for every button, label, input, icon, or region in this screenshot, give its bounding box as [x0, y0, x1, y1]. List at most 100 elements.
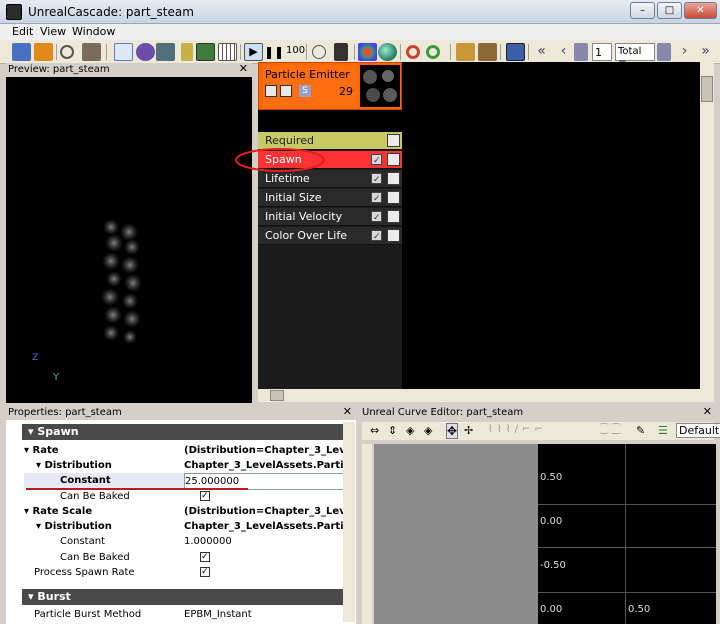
fit-vertical-icon[interactable]: ⇕: [388, 424, 397, 437]
curve-graph[interactable]: 0.50 0.00 -0.50 0.00 0.50: [538, 444, 716, 624]
next-lod-icon[interactable]: ›: [675, 43, 694, 61]
emitter-enable-checkbox[interactable]: [265, 85, 277, 97]
emitter-gap: [258, 110, 402, 132]
prop-distribution-2[interactable]: ▾ Distribution Chapter_3_LevelAssets.Par…: [24, 519, 351, 534]
restart-level-icon[interactable]: [34, 43, 53, 61]
can-be-baked-checkbox[interactable]: [200, 550, 210, 565]
curve-toggle-icon[interactable]: [387, 172, 400, 185]
menu-view[interactable]: View: [40, 25, 66, 38]
curve-preset-dropdown[interactable]: Default: [676, 423, 720, 438]
lod-level-icon[interactable]: [574, 43, 588, 61]
maximize-button[interactable]: □: [657, 2, 682, 19]
loop-icon[interactable]: [312, 45, 326, 59]
emitter-render-mode-icon[interactable]: [280, 85, 292, 97]
prop-distribution[interactable]: ▾ Distribution Chapter_3_LevelAssets.Par…: [24, 458, 351, 473]
scrollbar-thumb[interactable]: [270, 390, 284, 401]
orbit-icon[interactable]: [136, 43, 155, 61]
prop-constant[interactable]: Constant 25.000000: [24, 473, 351, 490]
module-enable-checkbox[interactable]: [371, 190, 382, 208]
curve-label-list[interactable]: [374, 444, 538, 624]
curve-toggle-icon[interactable]: [387, 229, 400, 242]
menu-window[interactable]: Window: [72, 25, 115, 38]
lod-save-icon[interactable]: [506, 43, 525, 61]
module-enable-checkbox[interactable]: [371, 209, 382, 227]
prop-constant-2[interactable]: Constant 1.000000: [24, 534, 351, 549]
prop-rate-scale[interactable]: ▾ Rate Scale (Distribution=Chapter_3_Lev…: [24, 504, 351, 519]
flatten-icons[interactable]: ⁐⁐: [600, 424, 624, 435]
preview-close-button[interactable]: ✕: [239, 62, 248, 76]
emitter-header[interactable]: Particle Emitter S 29: [258, 62, 402, 110]
module-enable-checkbox[interactable]: [371, 228, 382, 246]
module-initial-velocity[interactable]: Initial Velocity: [258, 208, 402, 227]
undo-icon[interactable]: [406, 45, 420, 59]
redo-icon[interactable]: [426, 45, 440, 59]
emitter-horizontal-scrollbar[interactable]: [258, 389, 700, 402]
prop-value[interactable]: Chapter_3_LevelAssets.Partic: [184, 458, 346, 473]
emitter-canvas[interactable]: Particle Emitter S 29 Required Spawn Lif…: [235, 62, 700, 389]
total-dropdown[interactable]: Total =: [615, 43, 655, 68]
module-initial-size[interactable]: Initial Size: [258, 189, 402, 208]
search-icon[interactable]: [60, 45, 74, 59]
category-spawn[interactable]: ▾ Spawn: [22, 424, 351, 440]
prop-value[interactable]: EPBM_Instant: [184, 607, 346, 622]
close-button[interactable]: ✕: [684, 2, 717, 19]
save-icon[interactable]: [82, 43, 101, 61]
curve-toggle-icon[interactable]: [387, 210, 400, 223]
lod-add-icon[interactable]: [456, 43, 475, 61]
preview-viewport[interactable]: Z Y: [6, 77, 252, 455]
axes-icon[interactable]: [114, 43, 133, 61]
minimize-button[interactable]: –: [630, 2, 655, 19]
prev-lod-icon[interactable]: ‹: [554, 43, 573, 61]
prop-value[interactable]: 1.000000: [184, 534, 346, 549]
prop-can-be-baked[interactable]: Can Be Baked: [24, 489, 351, 504]
prop-rate[interactable]: ▾ Rate (Distribution=Chapter_3_LevelAsse…: [24, 443, 351, 458]
curve-toggle-icon[interactable]: [387, 134, 400, 147]
lod-edit-icon[interactable]: [478, 43, 497, 61]
curve-settings-icon[interactable]: ✎: [636, 424, 645, 437]
tangent-mode-icons[interactable]: ⌇⌇⌇∕⌐⌐: [488, 424, 547, 435]
prop-process-spawn-rate[interactable]: Process Spawn Rate: [24, 565, 351, 580]
prop-burst-method[interactable]: Particle Burst Method EPBM_Instant: [24, 607, 351, 622]
lod-index-input[interactable]: 1: [592, 43, 612, 61]
curve-toggle-icon[interactable]: [387, 191, 400, 204]
lod-level-max-icon[interactable]: [657, 43, 671, 61]
prop-value[interactable]: (Distribution=Chapter_3_LevelAssets.Part…: [184, 443, 346, 458]
first-lod-icon[interactable]: «: [532, 43, 551, 61]
pause-icon[interactable]: ❚❚: [264, 43, 284, 61]
prop-value[interactable]: (Distribution=Chapter_3_LevelAssets.Part…: [184, 504, 346, 519]
module-enable-checkbox[interactable]: [371, 152, 382, 170]
play-speed-label[interactable]: 100: [286, 45, 305, 56]
emitter-solo-icon[interactable]: S: [299, 85, 311, 97]
last-lod-icon[interactable]: »: [696, 43, 715, 61]
module-enable-checkbox[interactable]: [371, 171, 382, 189]
prop-value[interactable]: Chapter_3_LevelAssets.Partic: [184, 519, 346, 534]
properties-scrollbar[interactable]: [343, 422, 355, 622]
fit-all-icon[interactable]: ◈: [406, 424, 414, 437]
emitter-vertical-scrollbar[interactable]: [700, 62, 714, 402]
module-color-over-life[interactable]: Color Over Life: [258, 227, 402, 246]
grid-icon[interactable]: [218, 43, 237, 61]
zoom-icon[interactable]: ✢: [464, 424, 473, 437]
scrollbar-thumb[interactable]: [701, 76, 713, 102]
can-be-baked-checkbox[interactable]: [200, 489, 210, 504]
bounds-icon[interactable]: [181, 43, 193, 61]
color-channel-icon[interactable]: [358, 43, 377, 61]
wireframe-sphere-icon[interactable]: [156, 43, 175, 61]
curve-toggle-icon[interactable]: [387, 153, 400, 166]
menu-edit[interactable]: Edit: [12, 25, 33, 38]
prop-can-be-baked-2[interactable]: Can Be Baked: [24, 550, 351, 565]
fit-selected-icon[interactable]: ◈: [424, 424, 432, 437]
curve-label-scrollbar[interactable]: [362, 444, 372, 624]
sphere-icon[interactable]: [378, 43, 397, 61]
tab-list-icon[interactable]: ☰: [658, 424, 668, 437]
category-burst[interactable]: ▾ Burst: [22, 589, 351, 605]
curve-editor-close-button[interactable]: ✕: [703, 405, 712, 419]
pan-icon[interactable]: ✥: [446, 423, 459, 439]
background-color-icon[interactable]: [196, 43, 215, 61]
fit-horizontal-icon[interactable]: ⇔: [370, 424, 379, 437]
restart-sim-icon[interactable]: [12, 43, 31, 61]
realtime-icon[interactable]: [334, 43, 348, 61]
process-spawn-rate-checkbox[interactable]: [200, 565, 210, 580]
properties-close-button[interactable]: ✕: [343, 405, 352, 419]
play-icon[interactable]: ▶: [244, 43, 263, 61]
